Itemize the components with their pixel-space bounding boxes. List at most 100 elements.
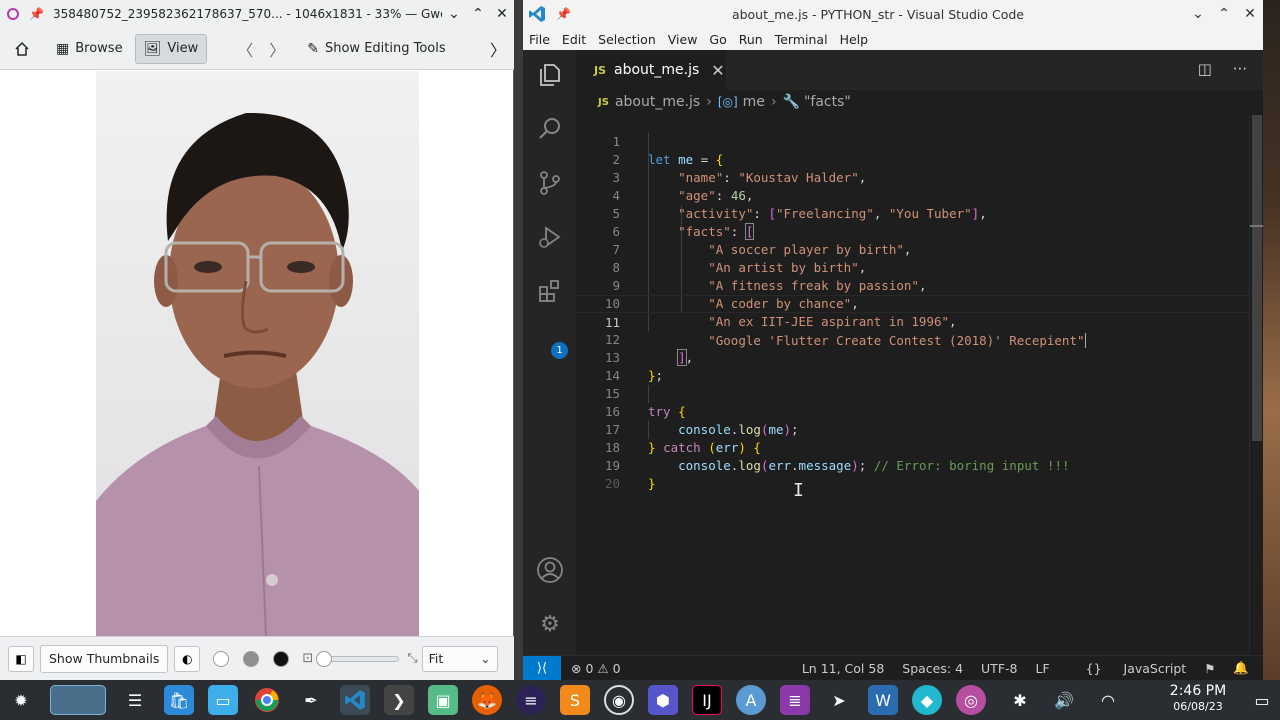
wrench-icon: 🔧	[782, 94, 800, 110]
previous-button[interactable]: 〈	[229, 34, 261, 64]
menu-help[interactable]: Help	[840, 32, 869, 47]
language-mode[interactable]: {} JavaScript	[1068, 661, 1187, 676]
file-manager-icon[interactable]: ▭	[208, 685, 238, 715]
explorer-icon[interactable]	[535, 62, 565, 92]
code-line: 6 "A soccer player by birth",	[576, 205, 1251, 257]
discover-store-icon[interactable]: 🛍	[164, 685, 194, 715]
obs-studio-icon[interactable]: ◉	[604, 685, 634, 715]
show-editing-tools-button[interactable]: ✎ Show Editing Tools	[299, 34, 453, 64]
indentation[interactable]: Spaces: 4	[902, 661, 963, 676]
system-settings-icon[interactable]: ☰	[120, 685, 150, 715]
extensions-icon[interactable]	[535, 278, 565, 308]
more-actions-icon[interactable]: ···	[1233, 60, 1247, 78]
window-gap	[514, 0, 523, 680]
background-auto-button[interactable]: ◐	[174, 645, 201, 672]
background-grey-button[interactable]	[243, 650, 260, 667]
show-desktop-icon[interactable]: ▭	[1247, 685, 1277, 715]
portrait-illustration	[96, 112, 419, 636]
menu-run[interactable]: Run	[739, 32, 763, 47]
zoom-mode-select[interactable]: Fit ⌄	[421, 645, 498, 672]
sidebar-toggle-button[interactable]: ◧	[8, 645, 34, 672]
breadcrumb-file[interactable]: about_me.js	[615, 94, 700, 110]
maximize-icon[interactable]: ⌃	[466, 6, 490, 22]
editor-scrollbar[interactable]	[1249, 115, 1264, 655]
chrome-icon[interactable]	[252, 685, 282, 715]
volume-icon[interactable]: 🔊	[1049, 685, 1079, 715]
cursor-position[interactable]: Ln 11, Col 58	[802, 661, 884, 676]
code-line: 19 }	[576, 439, 1251, 491]
next-button[interactable]: 〉	[261, 34, 293, 64]
zoom-expand-icon[interactable]: ⤡	[407, 651, 417, 666]
show-thumbnails-button[interactable]: Show Thumbnails	[40, 644, 169, 673]
bell-icon[interactable]: 🔔	[1233, 660, 1249, 676]
menu-view[interactable]: View	[668, 32, 698, 47]
zoom-to-fit-icon[interactable]: ⊡	[302, 651, 313, 666]
pin-icon[interactable]: 📌	[556, 7, 571, 21]
split-editor-icon[interactable]: ◫	[1198, 60, 1212, 78]
close-icon[interactable]: ✕	[490, 6, 514, 22]
minimize-icon[interactable]: ⌄	[1185, 6, 1211, 22]
image-icon: 🖼	[143, 40, 162, 57]
home-button[interactable]	[6, 34, 38, 64]
close-icon[interactable]: ✕	[1237, 6, 1263, 22]
menu-go[interactable]: Go	[709, 32, 726, 47]
application-launcher-icon[interactable]: ✹	[6, 685, 36, 715]
gwenview-toolbar: ▦ Browse 🖼 View 〈 〉 ✎ Show Editing Tools…	[0, 28, 514, 70]
pen-tool-icon[interactable]: ➤	[824, 685, 854, 715]
run-debug-icon[interactable]	[535, 224, 565, 254]
settings-gear-icon[interactable]: ⚙	[535, 610, 565, 640]
cube-app-icon[interactable]: ⬢	[648, 685, 678, 715]
encoding[interactable]: UTF-8	[981, 661, 1017, 676]
bluetooth-icon[interactable]: ✱	[1005, 685, 1035, 715]
firefox-icon[interactable]: 🦊	[472, 685, 502, 715]
feedback-icon[interactable]: ⚑	[1204, 661, 1215, 676]
menu-selection[interactable]: Selection	[598, 32, 656, 47]
text-editor-icon[interactable]: ≣	[780, 685, 810, 715]
problems-button[interactable]: ⊗ 0 ⚠ 0	[571, 661, 621, 676]
terminal-icon[interactable]: ❯	[384, 685, 414, 715]
search-icon[interactable]	[535, 116, 565, 146]
virtual-desktop-icon[interactable]	[50, 685, 106, 715]
tab-about-me-js[interactable]: JS about_me.js ✕	[576, 50, 726, 90]
menu-terminal[interactable]: Terminal	[775, 32, 828, 47]
background-white-button[interactable]	[213, 650, 230, 667]
end-of-line[interactable]: LF	[1035, 661, 1049, 676]
gwenview-taskbar-icon[interactable]: ◎	[956, 685, 986, 715]
network-wifi-icon[interactable]: ◠	[1093, 685, 1123, 715]
gwenview-window: 📌 358480752_239582362178637_570... - 104…	[0, 0, 514, 680]
code-line: 18 console.log(err.message); // Error: b…	[576, 421, 1251, 473]
minimize-icon[interactable]: ⌄	[442, 6, 466, 22]
breadcrumb: JS about_me.js › [◎] me › 🔧 "facts"	[598, 93, 851, 111]
sublime-text-icon[interactable]: S	[560, 685, 590, 715]
source-control-icon[interactable]	[535, 170, 565, 200]
breadcrumb-property[interactable]: "facts"	[804, 94, 851, 110]
view-button[interactable]: 🖼 View	[134, 33, 208, 64]
remote-indicator-button[interactable]: ⟩⟨	[523, 655, 561, 681]
eclipse-icon[interactable]: ≡	[516, 685, 546, 715]
pin-icon[interactable]: 📌	[29, 7, 44, 21]
screenshot-icon[interactable]: ▣	[428, 685, 458, 715]
wps-writer-icon[interactable]: W	[868, 685, 898, 715]
browse-button[interactable]: ▦ Browse	[48, 34, 131, 64]
tab-label: about_me.js	[614, 62, 700, 78]
preview-app-icon[interactable]: ◆	[912, 685, 942, 715]
vscode-taskbar-icon[interactable]	[340, 685, 370, 715]
menu-edit[interactable]: Edit	[562, 32, 586, 47]
close-tab-icon[interactable]: ✕	[711, 61, 724, 80]
clock[interactable]: 2:46 PM 06/08/23	[1160, 682, 1236, 714]
background-black-button[interactable]	[273, 650, 290, 667]
android-studio-icon[interactable]: A	[736, 685, 766, 715]
inkscape-icon[interactable]: ✒	[296, 685, 326, 715]
maximize-icon[interactable]: ⌃	[1211, 6, 1237, 22]
code-editor[interactable]: 1 let me = { 2 "name": "Koustav Halder",…	[576, 115, 1251, 491]
code-line: 3 "age": 46,	[576, 151, 1251, 203]
zoom-slider[interactable]	[316, 650, 400, 667]
account-icon[interactable]	[535, 556, 565, 586]
intellij-idea-icon[interactable]: IJ	[692, 685, 722, 715]
breadcrumb-symbol[interactable]: me	[743, 94, 765, 110]
toolbar-overflow-button[interactable]: 〉	[482, 34, 514, 64]
menu-file[interactable]: File	[529, 32, 550, 47]
image-viewer[interactable]	[0, 71, 513, 636]
scrollbar-thumb[interactable]	[1252, 115, 1262, 441]
zoom-slider-handle[interactable]	[316, 650, 333, 667]
